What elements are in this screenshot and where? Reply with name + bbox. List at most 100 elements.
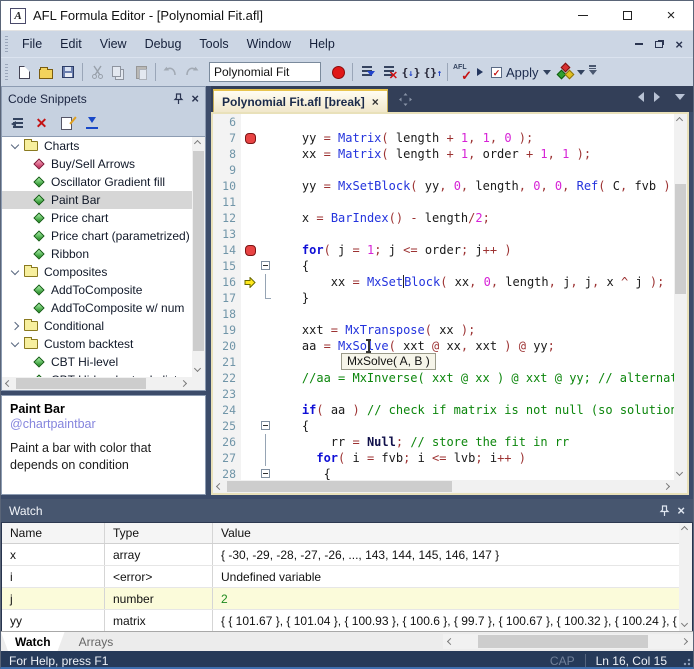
snippet-dropdown-icon[interactable] xyxy=(577,70,585,79)
fold-column[interactable] xyxy=(259,130,273,146)
insert-snippet-button[interactable] xyxy=(6,113,27,133)
menu-view[interactable]: View xyxy=(91,31,136,57)
fold-column[interactable] xyxy=(259,402,273,418)
breakpoint-marker[interactable] xyxy=(245,245,256,256)
apply-dropdown-icon[interactable] xyxy=(543,70,551,79)
gutter-marker[interactable] xyxy=(241,274,259,290)
chevron-down-icon[interactable] xyxy=(11,266,19,274)
menu-help[interactable]: Help xyxy=(300,31,344,57)
fold-collapse-icon[interactable] xyxy=(261,261,270,270)
fold-column[interactable] xyxy=(259,418,273,434)
toggle-breakpoint-button[interactable] xyxy=(327,61,349,83)
mdi-restore-icon[interactable] xyxy=(655,41,663,48)
tree-horizontal-scrollbar[interactable] xyxy=(2,377,192,390)
cut-button[interactable] xyxy=(86,61,108,83)
fold-column[interactable] xyxy=(259,114,273,130)
close-button[interactable]: × xyxy=(649,1,693,31)
toolbar-gripper[interactable] xyxy=(5,36,8,52)
watch-col-name[interactable]: Name xyxy=(2,523,105,543)
code-line-22[interactable]: 22 //aa = MxInverse( xxt @ xx ) @ xxt @ … xyxy=(213,370,674,386)
fold-column[interactable] xyxy=(259,450,273,466)
snippet-info-tag[interactable]: @chartpaintbar xyxy=(10,417,197,431)
tree-item-cbt-hi-level[interactable]: CBT Hi-level xyxy=(2,353,192,371)
watch-horizontal-scrollbar[interactable] xyxy=(443,634,693,649)
code-line-23[interactable]: 23 xyxy=(213,386,674,402)
code-line-8[interactable]: 8 xx = Matrix( length + 1, order + 1, 1 … xyxy=(213,146,674,162)
tree-item-oscillator-gradient-fill[interactable]: Oscillator Gradient fill xyxy=(2,173,192,191)
watch-col-value[interactable]: Value xyxy=(213,523,692,543)
document-tab[interactable]: Polynomial Fit.afl [break] × xyxy=(213,89,388,112)
gutter-marker[interactable] xyxy=(241,306,259,322)
fold-collapse-icon[interactable] xyxy=(261,421,270,430)
code-editor[interactable]: 67 yy = Matrix( length + 1, 1, 0 );8 xx … xyxy=(211,112,689,495)
chevron-down-icon[interactable] xyxy=(11,338,19,346)
tree-item-addtocomposite[interactable]: AddToComposite xyxy=(2,281,192,299)
insert-snippet-dropdown-button[interactable] xyxy=(555,61,577,83)
code-line-21[interactable]: 21 xyxy=(213,354,674,370)
code-line-13[interactable]: 13 xyxy=(213,226,674,242)
formula-name-input[interactable] xyxy=(209,62,321,82)
fold-column[interactable] xyxy=(259,226,273,242)
gutter-marker[interactable] xyxy=(241,450,259,466)
apply-button[interactable]: ✓ Apply xyxy=(473,61,555,83)
delete-snippet-button[interactable]: ✕ xyxy=(31,113,52,133)
open-file-button[interactable] xyxy=(35,61,57,83)
chevron-right-icon[interactable] xyxy=(11,322,19,330)
code-line-10[interactable]: 10 yy = MxSetBlock( yy, 0, length, 0, 0,… xyxy=(213,178,674,194)
verify-syntax-button[interactable]: AFL✓ xyxy=(451,61,473,83)
fold-column[interactable] xyxy=(259,306,273,322)
save-file-button[interactable] xyxy=(57,61,79,83)
gutter-marker[interactable] xyxy=(241,370,259,386)
indent-code-button[interactable] xyxy=(356,61,378,83)
copy-button[interactable] xyxy=(108,61,130,83)
fold-column[interactable] xyxy=(259,242,273,258)
fold-column[interactable] xyxy=(259,338,273,354)
fold-collapse-icon[interactable] xyxy=(261,469,270,478)
menu-file[interactable]: File xyxy=(13,31,51,57)
mdi-minimize-icon[interactable] xyxy=(635,43,643,45)
tree-item-paint-bar[interactable]: Paint Bar xyxy=(2,191,192,209)
tree-item-custom-backtest[interactable]: Custom backtest xyxy=(2,335,192,353)
fold-column[interactable] xyxy=(259,146,273,162)
code-line-20[interactable]: 20 aa = MxSolve( xxt @ xx, xxt ) @ yy; xyxy=(213,338,674,354)
formula-name-combo[interactable] xyxy=(209,62,321,82)
minimize-button[interactable] xyxy=(561,1,605,31)
code-line-26[interactable]: 26 rr = Null; // store the fit in rr xyxy=(213,434,674,450)
step-into-braces-button[interactable]: {↓} xyxy=(400,61,422,83)
tree-item-addtocomposite-w-num[interactable]: AddToComposite w/ num xyxy=(2,299,192,317)
resize-grip[interactable] xyxy=(681,656,691,666)
tree-item-composites[interactable]: Composites xyxy=(2,263,192,281)
code-line-16[interactable]: 16 xx = MxSetBlock( xx, 0, length, j, j,… xyxy=(213,274,674,290)
breakpoint-marker[interactable] xyxy=(245,133,256,144)
tab-arrays[interactable]: Arrays xyxy=(65,632,128,651)
menu-tools[interactable]: Tools xyxy=(190,31,237,57)
step-out-braces-button[interactable]: {}↑ xyxy=(422,61,444,83)
fold-column[interactable] xyxy=(259,370,273,386)
code-line-19[interactable]: 19 xxt = MxTranspose( xx ); xyxy=(213,322,674,338)
new-file-button[interactable] xyxy=(13,61,35,83)
code-line-14[interactable]: 14 for( j = 1; j <= order; j++ ) xyxy=(213,242,674,258)
gutter-marker[interactable] xyxy=(241,338,259,354)
toolbar-overflow-button[interactable] xyxy=(589,65,597,79)
code-line-18[interactable]: 18 xyxy=(213,306,674,322)
code-line-27[interactable]: 27 for( i = fvb; i <= lvb; i++ ) xyxy=(213,450,674,466)
edit-snippet-button[interactable] xyxy=(56,113,77,133)
code-line-12[interactable]: 12 x = BarIndex() - length/2; xyxy=(213,210,674,226)
tab-scroll-right-icon[interactable] xyxy=(654,92,665,102)
gutter-marker[interactable] xyxy=(241,386,259,402)
editor-horizontal-scrollbar[interactable] xyxy=(213,480,674,493)
code-line-9[interactable]: 9 xyxy=(213,162,674,178)
fold-column[interactable] xyxy=(259,290,273,306)
panel-close-icon[interactable]: × xyxy=(191,92,199,105)
gutter-marker[interactable] xyxy=(241,178,259,194)
code-line-11[interactable]: 11 xyxy=(213,194,674,210)
gutter-marker[interactable] xyxy=(241,226,259,242)
toolbar-gripper-2[interactable] xyxy=(5,64,8,80)
code-line-17[interactable]: 17 } xyxy=(213,290,674,306)
gutter-marker[interactable] xyxy=(241,466,259,480)
tab-list-dropdown-icon[interactable] xyxy=(675,94,685,105)
fold-column[interactable] xyxy=(259,178,273,194)
code-line-24[interactable]: 24 if( aa ) // check if matrix is not nu… xyxy=(213,402,674,418)
tree-item-buy-sell-arrows[interactable]: Buy/Sell Arrows xyxy=(2,155,192,173)
watch-pin-icon[interactable] xyxy=(659,505,670,517)
